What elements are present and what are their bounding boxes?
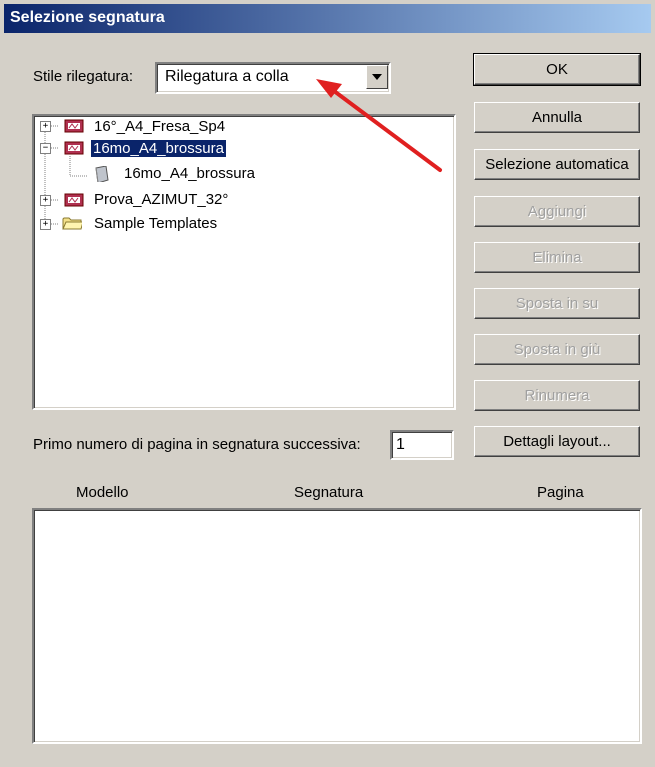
window-title: Selezione segnatura xyxy=(10,9,165,26)
template-tree[interactable]: + 16°_A4_Fresa_Sp4 − 16mo_A4_brossura 16… xyxy=(32,114,456,410)
move-down-button[interactable]: Sposta in giù xyxy=(474,334,640,365)
auto-select-button[interactable]: Selezione automatica xyxy=(474,149,640,180)
layout-details-button[interactable]: Dettagli layout... xyxy=(474,426,640,457)
column-header-modello[interactable]: Modello xyxy=(76,484,129,501)
collapse-icon[interactable]: − xyxy=(40,143,51,154)
first-page-value: 1 xyxy=(396,436,405,453)
template-icon xyxy=(64,193,84,207)
binding-style-select[interactable]: Rilegatura a colla xyxy=(155,62,391,94)
expand-icon[interactable]: + xyxy=(40,121,51,132)
dropdown-button[interactable] xyxy=(366,65,388,89)
tree-item-label[interactable]: Sample Templates xyxy=(94,215,217,232)
chevron-down-icon xyxy=(372,74,382,80)
renumber-button[interactable]: Rinumera xyxy=(474,380,640,411)
move-up-button[interactable]: Sposta in su xyxy=(474,288,640,319)
delete-button[interactable]: Elimina xyxy=(474,242,640,273)
add-button[interactable]: Aggiungi xyxy=(474,196,640,227)
binding-style-label: Stile rilegatura: xyxy=(33,68,134,85)
binding-style-value: Rilegatura a colla xyxy=(165,68,289,85)
first-page-label: Primo numero di pagina in segnatura succ… xyxy=(33,436,361,453)
folder-icon xyxy=(62,217,82,230)
tree-lines xyxy=(44,125,88,225)
expand-icon[interactable]: + xyxy=(40,195,51,206)
column-header-segnatura[interactable]: Segnatura xyxy=(294,484,363,501)
first-page-input[interactable]: 1 xyxy=(390,430,454,460)
tree-item-label-selected[interactable]: 16mo_A4_brossura xyxy=(90,139,227,158)
title-bar[interactable]: Selezione segnatura xyxy=(4,4,651,33)
template-icon xyxy=(64,119,84,133)
document-icon xyxy=(95,166,109,182)
tree-item-label[interactable]: 16mo_A4_brossura xyxy=(124,165,255,182)
column-header-pagina[interactable]: Pagina xyxy=(537,484,584,501)
tree-item-label[interactable]: Prova_AZIMUT_32° xyxy=(94,191,228,208)
dialog-window: Selezione segnatura Stile rilegatura: Ri… xyxy=(0,0,655,767)
signature-list[interactable] xyxy=(32,508,642,744)
expand-icon[interactable]: + xyxy=(40,219,51,230)
ok-button[interactable]: OK xyxy=(473,53,641,86)
cancel-button[interactable]: Annulla xyxy=(474,102,640,133)
tree-item-label[interactable]: 16°_A4_Fresa_Sp4 xyxy=(94,118,225,135)
template-icon xyxy=(64,141,84,155)
